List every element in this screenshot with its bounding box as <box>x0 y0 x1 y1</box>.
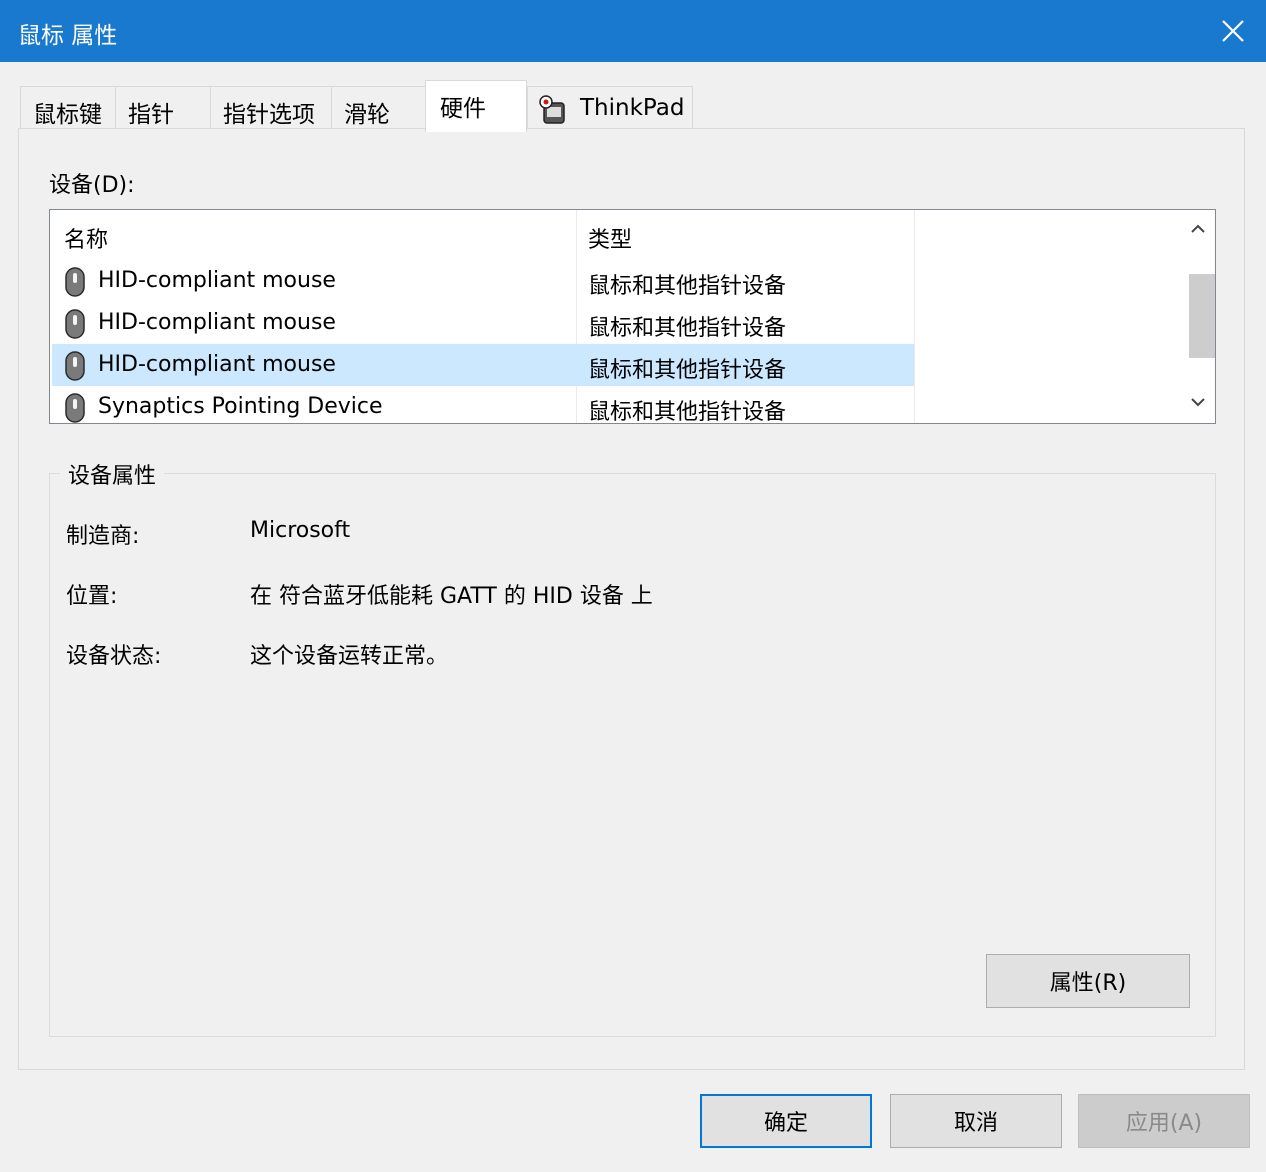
device-properties-title: 设备属性 <box>60 458 165 490</box>
mouse-icon <box>65 267 85 297</box>
device-list[interactable]: 名称 类型 HID-compliant mouse 鼠标和其他指针设备 HID-… <box>49 209 1216 424</box>
scroll-up-button[interactable] <box>1181 210 1215 250</box>
mouse-icon <box>65 351 85 381</box>
device-name: HID-compliant mouse <box>98 310 336 335</box>
column-divider[interactable] <box>914 210 915 423</box>
thinkpad-mouse-icon <box>539 95 565 124</box>
chevron-up-icon <box>1191 224 1205 233</box>
scroll-thumb[interactable] <box>1189 274 1215 358</box>
device-row[interactable]: Synaptics Pointing Device 鼠标和其他指针设备 <box>52 386 914 424</box>
device-row[interactable]: HID-compliant mouse 鼠标和其他指针设备 <box>52 260 914 302</box>
mouse-icon <box>65 393 85 423</box>
close-icon <box>1222 20 1244 42</box>
apply-button[interactable]: 应用(A) <box>1078 1094 1250 1148</box>
location-label: 位置: <box>66 584 118 609</box>
scroll-down-button[interactable] <box>1181 383 1215 423</box>
properties-button[interactable]: 属性(R) <box>986 954 1190 1008</box>
hardware-tab-panel: 设备(D): 名称 类型 HID-compliant mouse 鼠标和其他指针… <box>18 128 1245 1070</box>
device-properties-group: 设备属性 制造商: Microsoft 位置: 在 符合蓝牙低能耗 GATT 的… <box>49 458 1216 1037</box>
tab-hardware[interactable]: 硬件 <box>425 80 527 132</box>
title-bar[interactable]: 鼠标 属性 <box>0 0 1266 62</box>
tab-strip: 鼠标键 指针 指针选项 滑轮 硬件 ThinkPad <box>20 80 720 132</box>
mouse-icon <box>65 309 85 339</box>
chevron-down-icon <box>1191 398 1205 407</box>
location-value: 在 符合蓝牙低能耗 GATT 的 HID 设备 上 <box>250 584 653 609</box>
devices-label: 设备(D): <box>49 173 135 198</box>
tab-pointers[interactable]: 指针 <box>115 86 211 132</box>
column-header-name[interactable]: 名称 <box>64 222 108 254</box>
device-type: 鼠标和其他指针设备 <box>588 400 787 424</box>
device-status-value: 这个设备运转正常。 <box>250 644 449 669</box>
tab-pointer-options[interactable]: 指针选项 <box>210 86 332 132</box>
tab-buttons[interactable]: 鼠标键 <box>20 86 116 132</box>
manufacturer-value: Microsoft <box>250 518 351 543</box>
manufacturer-label: 制造商: <box>66 524 140 549</box>
device-name: HID-compliant mouse <box>98 268 336 293</box>
device-type: 鼠标和其他指针设备 <box>588 316 787 341</box>
device-row[interactable]: HID-compliant mouse 鼠标和其他指针设备 <box>52 302 914 344</box>
device-type: 鼠标和其他指针设备 <box>588 274 787 299</box>
tab-wheel[interactable]: 滑轮 <box>331 86 427 132</box>
cancel-button[interactable]: 取消 <box>890 1094 1062 1148</box>
tab-thinkpad[interactable]: ThinkPad <box>527 86 693 132</box>
column-header-type[interactable]: 类型 <box>588 222 632 254</box>
device-status-label: 设备状态: <box>66 644 162 669</box>
window-title: 鼠标 属性 <box>18 23 118 49</box>
device-type: 鼠标和其他指针设备 <box>588 358 787 383</box>
close-button[interactable] <box>1200 0 1266 62</box>
device-name: HID-compliant mouse <box>98 352 336 377</box>
ok-button[interactable]: 确定 <box>700 1094 872 1148</box>
device-name: Synaptics Pointing Device <box>98 394 383 419</box>
mouse-properties-dialog: 鼠标 属性 鼠标键 指针 指针选项 滑轮 硬件 ThinkPad 设备(D): … <box>0 0 1266 1172</box>
device-row-selected[interactable]: HID-compliant mouse 鼠标和其他指针设备 <box>52 344 914 386</box>
device-list-scrollbar[interactable] <box>1181 210 1215 423</box>
